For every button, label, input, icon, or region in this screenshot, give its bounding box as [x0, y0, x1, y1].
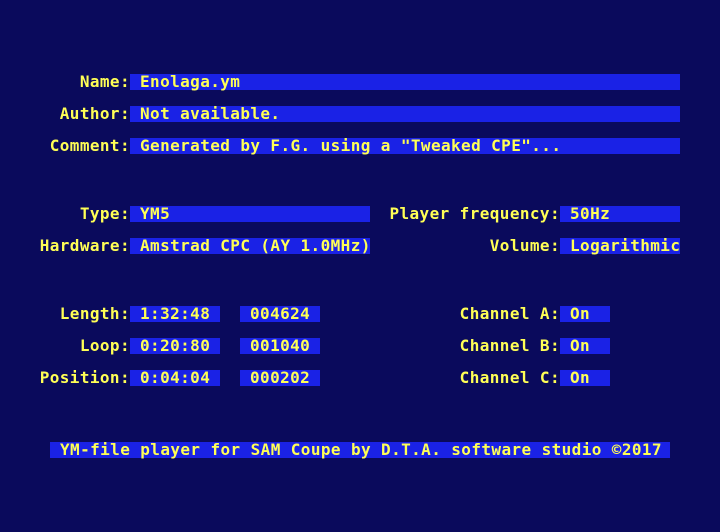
volume-value: Logarithmic	[560, 238, 680, 254]
position-time: 0:04:04	[130, 370, 220, 386]
type-label: Type:	[79, 204, 130, 223]
position-frames: 000202	[240, 370, 320, 386]
position-label: Position:	[39, 368, 130, 387]
channel-b-label: Channel B:	[459, 336, 560, 355]
player-frequency-value: 50Hz	[560, 206, 680, 222]
player-frequency-label: Player frequency:	[389, 204, 560, 223]
author-label: Author:	[59, 104, 130, 123]
loop-label: Loop:	[79, 336, 130, 355]
length-time: 1:32:48	[130, 306, 220, 322]
channel-b-toggle[interactable]: On	[560, 338, 610, 354]
hardware-value: Amstrad CPC (AY 1.0MHz)	[130, 238, 370, 254]
loop-frames: 001040	[240, 338, 320, 354]
channel-c-toggle[interactable]: On	[560, 370, 610, 386]
loop-time: 0:20:80	[130, 338, 220, 354]
name-value: Enolaga.ym	[130, 74, 680, 90]
name-label: Name:	[79, 72, 130, 91]
comment-label: Comment:	[49, 136, 130, 155]
length-label: Length:	[59, 304, 130, 323]
channel-a-label: Channel A:	[459, 304, 560, 323]
length-frames: 004624	[240, 306, 320, 322]
volume-label: Volume:	[489, 236, 560, 255]
comment-value: Generated by F.G. using a "Tweaked CPE".…	[130, 138, 680, 154]
type-value: YM5	[130, 206, 370, 222]
hardware-label: Hardware:	[39, 236, 130, 255]
channel-c-label: Channel C:	[459, 368, 560, 387]
footer-credits: YM-file player for SAM Coupe by D.T.A. s…	[50, 442, 670, 458]
channel-a-toggle[interactable]: On	[560, 306, 610, 322]
author-value: Not available.	[130, 106, 680, 122]
